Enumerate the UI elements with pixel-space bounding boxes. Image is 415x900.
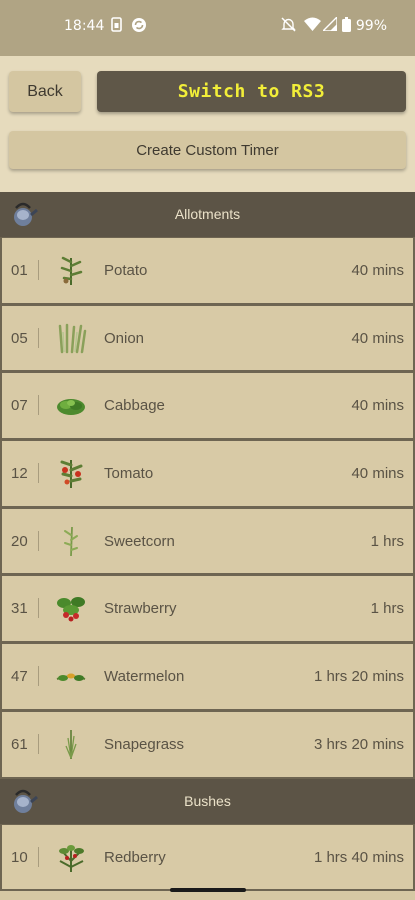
level-requirement: 47 bbox=[11, 668, 28, 686]
growth-time: 40 mins bbox=[351, 465, 404, 483]
divider bbox=[38, 395, 39, 416]
growth-time: 1 hrs 40 mins bbox=[313, 848, 404, 866]
wifi-icon bbox=[304, 17, 321, 36]
watermelon-plant-icon bbox=[54, 660, 88, 692]
crop-name: Sweetcorn bbox=[104, 532, 175, 550]
section-header-bushes: Bushes bbox=[0, 778, 415, 824]
crop-name: Cabbage bbox=[104, 397, 165, 415]
growth-time: 1 hrs bbox=[370, 532, 404, 550]
sim-icon bbox=[111, 17, 122, 37]
divider bbox=[38, 463, 39, 484]
list-item[interactable]: 05 Onion 40 mins bbox=[0, 304, 415, 373]
status-time: 18:44 bbox=[64, 18, 105, 34]
battery-percent: 99% bbox=[355, 18, 387, 34]
tomato-plant-icon bbox=[54, 457, 88, 489]
snapegrass-plant-icon bbox=[54, 728, 88, 760]
navigation-handle[interactable] bbox=[170, 888, 246, 892]
sync-icon bbox=[131, 17, 147, 38]
toolbar: Back Switch to RS3 Create Custom Timer bbox=[0, 56, 415, 192]
level-requirement: 20 bbox=[11, 532, 28, 550]
list-item[interactable]: 07 Cabbage 40 mins bbox=[0, 372, 415, 441]
level-requirement: 01 bbox=[11, 262, 28, 279]
potato-plant-icon bbox=[54, 254, 88, 286]
level-requirement: 61 bbox=[11, 735, 28, 753]
list-item[interactable]: 20 Sweetcorn 1 hrs bbox=[0, 507, 415, 576]
redberry-bush-icon bbox=[54, 841, 88, 873]
divider bbox=[38, 666, 39, 687]
signal-icon bbox=[321, 15, 338, 36]
divider bbox=[38, 733, 39, 754]
growth-time: 1 hrs 20 mins bbox=[313, 668, 404, 686]
section-header-allotments: Allotments bbox=[0, 192, 415, 237]
level-requirement: 10 bbox=[11, 848, 28, 866]
level-requirement: 12 bbox=[11, 465, 28, 483]
crop-name: Snapegrass bbox=[104, 735, 185, 753]
growth-time: 40 mins bbox=[351, 397, 404, 415]
growth-time: 40 mins bbox=[351, 262, 404, 279]
list-item[interactable]: 31 Strawberry 1 hrs bbox=[0, 575, 415, 644]
onion-plant-icon bbox=[54, 322, 88, 354]
crop-name: Strawberry bbox=[104, 600, 177, 618]
sweetcorn-plant-icon bbox=[54, 525, 88, 557]
timer-list: Allotments 01 Potato 40 mins 05 Onion 40… bbox=[0, 192, 415, 900]
divider bbox=[38, 598, 39, 619]
list-item[interactable]: 61 Snapegrass 3 hrs 20 mins bbox=[0, 710, 415, 779]
list-item[interactable]: 01 Potato 40 mins bbox=[0, 237, 415, 305]
level-requirement: 05 bbox=[11, 329, 28, 347]
growth-time: 1 hrs bbox=[370, 600, 404, 618]
back-button[interactable]: Back bbox=[9, 71, 81, 112]
list-item[interactable]: 12 Tomato 40 mins bbox=[0, 440, 415, 508]
crop-name: Potato bbox=[104, 262, 148, 279]
growth-time: 40 mins bbox=[351, 329, 404, 347]
strawberry-plant-icon bbox=[54, 592, 88, 624]
divider bbox=[38, 530, 39, 551]
divider bbox=[38, 260, 39, 280]
section-title: Bushes bbox=[184, 792, 231, 809]
level-requirement: 07 bbox=[11, 397, 28, 415]
growth-time: 3 hrs 20 mins bbox=[313, 735, 404, 753]
section-title: Allotments bbox=[174, 206, 241, 222]
mute-icon bbox=[281, 17, 296, 37]
crop-name: Tomato bbox=[104, 465, 154, 483]
cabbage-plant-icon bbox=[54, 389, 88, 421]
battery-icon bbox=[342, 17, 351, 37]
divider bbox=[38, 846, 39, 867]
list-item[interactable]: 10 Redberry 1 hrs 40 mins bbox=[0, 823, 415, 892]
crop-name: Watermelon bbox=[104, 668, 185, 686]
level-requirement: 31 bbox=[11, 600, 28, 618]
create-custom-timer-button[interactable]: Create Custom Timer bbox=[9, 131, 406, 169]
status-bar: 18:44 99% bbox=[0, 0, 415, 56]
divider bbox=[38, 327, 39, 348]
crop-name: Redberry bbox=[104, 848, 166, 866]
switch-to-rs3-button[interactable]: Switch to RS3 bbox=[97, 71, 406, 112]
list-item[interactable]: 47 Watermelon 1 hrs 20 mins bbox=[0, 643, 415, 711]
crop-name: Onion bbox=[104, 329, 145, 347]
